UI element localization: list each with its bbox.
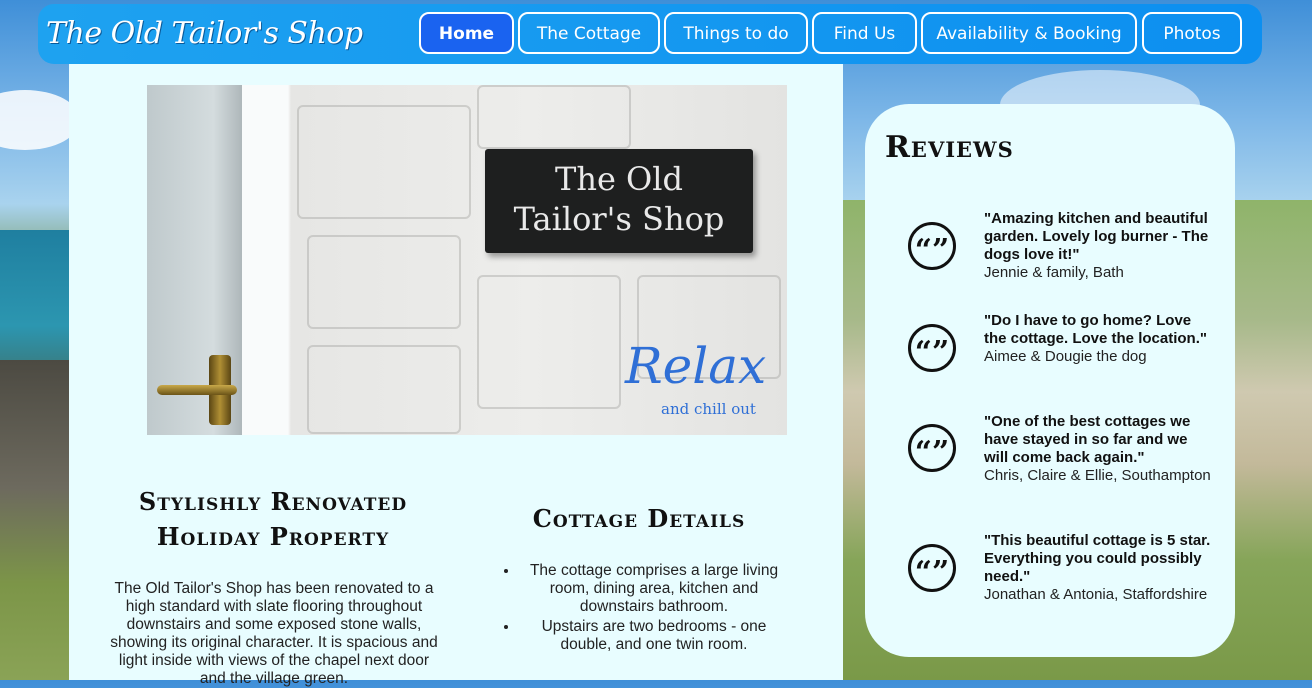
nav-the-cottage[interactable]: The Cottage bbox=[518, 12, 660, 54]
sign-line-1: The Old bbox=[554, 160, 683, 198]
quote-icon: “” bbox=[908, 544, 956, 592]
review-quote: "Amazing kitchen and beautiful garden. L… bbox=[984, 210, 1209, 263]
intro-paragraph: The Old Tailor's Shop has been renovated… bbox=[110, 580, 438, 687]
nav-photos[interactable]: Photos bbox=[1142, 12, 1242, 54]
review-item: "This beautiful cottage is 5 star. Every… bbox=[984, 532, 1214, 604]
review-quote: "This beautiful cottage is 5 star. Every… bbox=[984, 532, 1211, 585]
site-logo[interactable]: The Old Tailor's Shop bbox=[46, 12, 363, 56]
hero-image: The Old Tailor's Shop Relax and chill ou… bbox=[147, 85, 787, 435]
list-item: The cottage comprises a large living roo… bbox=[519, 562, 789, 616]
relax-caption: Relax bbox=[625, 337, 767, 395]
cloud bbox=[0, 90, 80, 150]
list-item: Upstairs are two bedrooms - one double, … bbox=[519, 618, 789, 654]
reviews-title: Reviews bbox=[885, 130, 1014, 165]
review-item: "Do I have to go home? Love the cottage.… bbox=[984, 312, 1214, 366]
intro-heading: Stylishly Renovated Holiday Property bbox=[138, 487, 408, 551]
shop-sign: The Old Tailor's Shop bbox=[485, 149, 753, 253]
nav-home[interactable]: Home bbox=[419, 12, 514, 54]
review-item: "Amazing kitchen and beautiful garden. L… bbox=[984, 210, 1214, 282]
details-list: The cottage comprises a large living roo… bbox=[499, 562, 789, 656]
quote-icon: “” bbox=[908, 222, 956, 270]
review-author: Jennie & family, Bath bbox=[984, 264, 1124, 281]
review-item: "One of the best cottages we have stayed… bbox=[984, 413, 1214, 485]
review-quote: "One of the best cottages we have stayed… bbox=[984, 413, 1191, 466]
sign-line-2: Tailor's Shop bbox=[513, 200, 725, 238]
nav-things-to-do[interactable]: Things to do bbox=[664, 12, 808, 54]
nav-availability-booking[interactable]: Availability & Booking bbox=[921, 12, 1137, 54]
relax-subcaption: and chill out bbox=[661, 400, 756, 418]
review-quote: "Do I have to go home? Love the cottage.… bbox=[984, 312, 1207, 347]
navbar: The Old Tailor's Shop Home The Cottage T… bbox=[38, 4, 1262, 64]
reviews-panel: Reviews “” "Amazing kitchen and beautifu… bbox=[865, 104, 1235, 657]
quote-icon: “” bbox=[908, 424, 956, 472]
quote-icon: “” bbox=[908, 324, 956, 372]
details-heading: Cottage Details bbox=[532, 504, 746, 533]
door-frame bbox=[242, 85, 288, 435]
review-author: Chris, Claire & Ellie, Southampton bbox=[984, 467, 1211, 484]
nav-find-us[interactable]: Find Us bbox=[812, 12, 917, 54]
door-handle bbox=[157, 385, 237, 395]
review-author: Aimee & Dougie the dog bbox=[984, 348, 1147, 365]
review-author: Jonathan & Antonia, Staffordshire bbox=[984, 586, 1208, 603]
main-content: The Old Tailor's Shop Relax and chill ou… bbox=[69, 64, 843, 687]
rocks-background bbox=[0, 360, 80, 680]
